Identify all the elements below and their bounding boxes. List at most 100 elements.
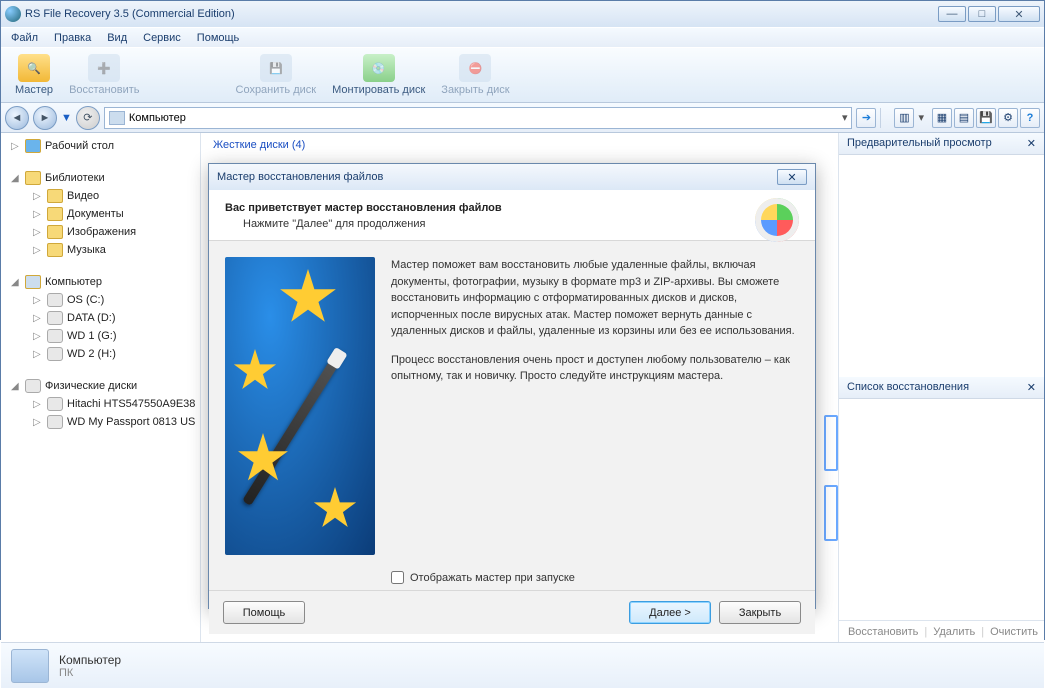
tree-phys-wd[interactable]: ▷WD My Passport 0813 US: [1, 413, 200, 431]
recover-label: Восстановить: [69, 84, 139, 96]
dialog-close-button-footer[interactable]: Закрыть: [719, 601, 801, 624]
tree-physical[interactable]: ◢Физические диски: [1, 377, 200, 395]
tree-drive-h-label: WD 2 (H:): [67, 348, 116, 360]
tree-drive-g[interactable]: ▷WD 1 (G:): [1, 327, 200, 345]
wizard-disc-icon: [755, 198, 799, 242]
views-dropdown-icon[interactable]: ▾: [918, 111, 924, 124]
recover-button[interactable]: ➕ Восстановить: [61, 52, 147, 98]
views-button[interactable]: ▥: [894, 108, 914, 128]
show-on-startup-label: Отображать мастер при запуске: [410, 572, 575, 584]
wizard-icon: 🔍: [18, 54, 50, 82]
close-disk-button[interactable]: ⛔ Закрыть диск: [433, 52, 517, 98]
dialog-help-button[interactable]: Помощь: [223, 601, 305, 624]
menu-edit[interactable]: Правка: [50, 30, 95, 45]
computer-icon: [25, 275, 41, 289]
recovery-list-body: [839, 399, 1044, 621]
menu-help[interactable]: Помощь: [193, 30, 244, 45]
dialog-titlebar[interactable]: Мастер восстановления файлов ✕: [209, 164, 815, 190]
disk-icon: [47, 329, 63, 343]
menu-view[interactable]: Вид: [103, 30, 131, 45]
address-bar[interactable]: Компьютер ▾: [104, 107, 853, 129]
titlebar[interactable]: RS File Recovery 3.5 (Commercial Edition…: [1, 1, 1044, 27]
save-layout-button[interactable]: 💾: [976, 108, 996, 128]
clear-link[interactable]: Очистить: [990, 626, 1038, 638]
close-button[interactable]: ✕: [998, 6, 1040, 22]
app-icon: [5, 6, 21, 22]
maximize-button[interactable]: □: [968, 6, 996, 22]
sidebar: ▷Рабочий стол ◢Библиотеки ▷Видео ▷Докуме…: [1, 133, 201, 642]
minimize-button[interactable]: —: [938, 6, 966, 22]
tree-computer[interactable]: ◢Компьютер: [1, 273, 200, 291]
right-panes: Предварительный просмотр ✕ Список восста…: [838, 133, 1044, 642]
computer-icon: [109, 111, 125, 125]
recovery-list-pane-title: Список восстановления ✕: [839, 377, 1044, 399]
menubar: Файл Правка Вид Сервис Помощь: [1, 27, 1044, 47]
dialog-content: Мастер поможет вам восстановить любые уд…: [209, 241, 815, 571]
folder-icon: [47, 207, 63, 221]
disk-icon: [47, 293, 63, 307]
recover-link[interactable]: Восстановить: [848, 626, 918, 638]
dialog-title-text: Мастер восстановления файлов: [217, 171, 383, 183]
tree-lib-music[interactable]: ▷Музыка: [1, 241, 200, 259]
nav-dropdown-icon[interactable]: ▼: [61, 112, 72, 124]
disk-thumb: [824, 485, 838, 541]
statusbar: Компьютер ПК: [1, 642, 1044, 688]
dialog-next-button[interactable]: Далее >: [629, 601, 711, 624]
address-dropdown-icon[interactable]: ▾: [842, 111, 848, 124]
recovery-list-close-icon[interactable]: ✕: [1027, 381, 1036, 394]
nav-recent-button[interactable]: ⟳: [76, 106, 100, 130]
recovery-list-footer: Восстановить | Удалить | Очистить: [839, 620, 1044, 642]
menu-file[interactable]: Файл: [7, 30, 42, 45]
status-computer-icon: [11, 649, 49, 683]
mount-disk-button[interactable]: 💿 Монтировать диск: [324, 52, 433, 98]
wizard-image: [225, 257, 375, 555]
wizard-text: Мастер поможет вам восстановить любые уд…: [391, 257, 799, 555]
go-button[interactable]: ➔: [856, 108, 876, 128]
tree-lib-images-label: Изображения: [67, 226, 136, 238]
status-name: Компьютер: [59, 653, 121, 667]
nav-back-button[interactable]: ◄: [5, 106, 29, 130]
tree-drive-d[interactable]: ▷DATA (D:): [1, 309, 200, 327]
dialog-subheading: Нажмите "Далее" для продолжения: [225, 218, 799, 230]
tree-lib-video[interactable]: ▷Видео: [1, 187, 200, 205]
nav-forward-button[interactable]: ►: [33, 106, 57, 130]
show-on-startup-checkbox[interactable]: [391, 571, 404, 584]
help-button[interactable]: ?: [1020, 108, 1040, 128]
dialog-header: Вас приветствует мастер восстановления ф…: [209, 190, 815, 241]
delete-link[interactable]: Удалить: [933, 626, 975, 638]
view-tiles-button[interactable]: ▦: [932, 108, 952, 128]
tree-drive-c[interactable]: ▷OS (C:): [1, 291, 200, 309]
folder-icon: [47, 225, 63, 239]
tree-lib-images[interactable]: ▷Изображения: [1, 223, 200, 241]
tree-lib-docs[interactable]: ▷Документы: [1, 205, 200, 223]
disks-header[interactable]: Жесткие диски (4): [201, 133, 838, 157]
tree-libraries-label: Библиотеки: [45, 172, 105, 184]
tree-phys-hitachi-label: Hitachi HTS547550A9E38: [67, 398, 195, 410]
preview-title-label: Предварительный просмотр: [847, 137, 992, 150]
libraries-icon: [25, 171, 41, 185]
dialog-heading: Вас приветствует мастер восстановления ф…: [225, 202, 799, 214]
tree-desktop[interactable]: ▷Рабочий стол: [1, 137, 200, 155]
folder-icon: [47, 189, 63, 203]
preview-pane-title: Предварительный просмотр ✕: [839, 133, 1044, 155]
desktop-icon: [25, 139, 41, 153]
tree-phys-hitachi[interactable]: ▷Hitachi HTS547550A9E38: [1, 395, 200, 413]
wizard-button[interactable]: 🔍 Мастер: [7, 52, 61, 98]
folder-icon: [47, 243, 63, 257]
view-list-button[interactable]: ▤: [954, 108, 974, 128]
options-button[interactable]: ⚙: [998, 108, 1018, 128]
dialog-close-button[interactable]: ✕: [777, 169, 807, 185]
toolbar: 🔍 Мастер ➕ Восстановить 💾 Сохранить диск…: [1, 47, 1044, 103]
menu-service[interactable]: Сервис: [139, 30, 185, 45]
disk-icon: [47, 397, 63, 411]
tree-phys-wd-label: WD My Passport 0813 US: [67, 416, 195, 428]
wizard-dialog: Мастер восстановления файлов ✕ Вас приве…: [208, 163, 816, 609]
preview-body: [839, 155, 1044, 377]
tree-physical-label: Физические диски: [45, 380, 137, 392]
tree-libraries[interactable]: ◢Библиотеки: [1, 169, 200, 187]
preview-close-icon[interactable]: ✕: [1027, 137, 1036, 150]
save-disk-button[interactable]: 💾 Сохранить диск: [228, 52, 325, 98]
close-disk-icon: ⛔: [459, 54, 491, 82]
tree-drive-h[interactable]: ▷WD 2 (H:): [1, 345, 200, 363]
disk-icon: [47, 415, 63, 429]
